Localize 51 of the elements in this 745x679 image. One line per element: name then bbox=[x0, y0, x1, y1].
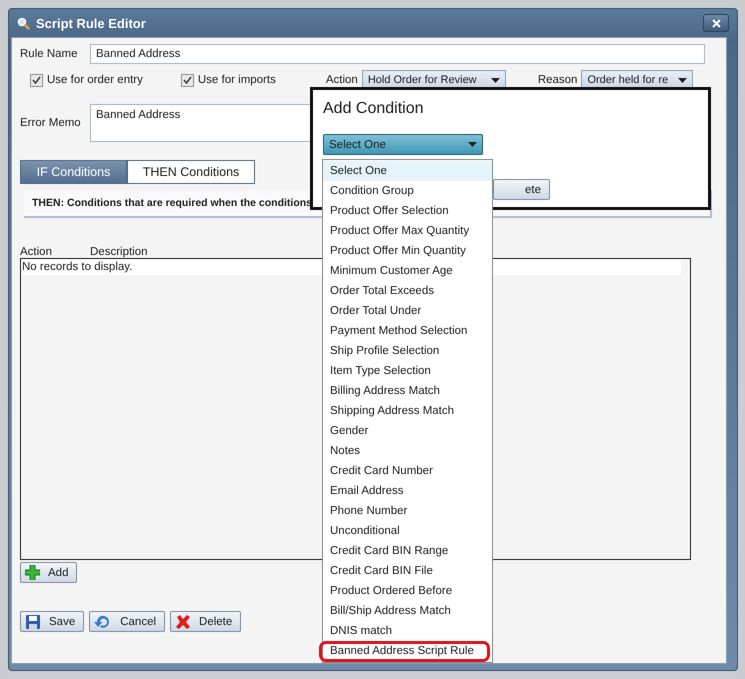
dropdown-option[interactable]: Payment Method Selection bbox=[323, 321, 492, 341]
dropdown-option[interactable]: Product Ordered Before bbox=[323, 581, 492, 601]
dropdown-option[interactable]: Billing Address Match bbox=[323, 381, 492, 401]
cancel-button[interactable]: Cancel bbox=[89, 611, 166, 632]
column-header: Description bbox=[90, 246, 149, 258]
plus-icon bbox=[25, 565, 40, 580]
dropdown-option[interactable]: Credit Card BIN Range bbox=[323, 541, 492, 561]
close-icon bbox=[712, 18, 720, 28]
dropdown-option[interactable]: Notes bbox=[323, 441, 492, 461]
dropdown-option[interactable]: Banned Address Script Rule bbox=[323, 641, 492, 661]
field-label: Rule Name bbox=[20, 48, 79, 60]
dropdown-option[interactable]: Order Total Under bbox=[323, 301, 492, 321]
dropdown-option[interactable]: Email Address bbox=[323, 481, 492, 501]
dropdown-option[interactable]: DNIS match bbox=[323, 621, 492, 641]
checkbox[interactable] bbox=[180, 74, 194, 86]
magnifier-icon bbox=[17, 16, 30, 30]
checkbox[interactable] bbox=[30, 74, 43, 86]
dropdown-option[interactable]: Unconditional bbox=[323, 521, 492, 541]
dropdown-option[interactable]: Product Offer Selection bbox=[323, 201, 492, 221]
dropdown-option[interactable]: Bill/Ship Address Match bbox=[323, 601, 492, 621]
window-title: Script Rule Editor bbox=[36, 16, 146, 30]
popup-title: Add Condition bbox=[323, 100, 425, 118]
dropdown-option[interactable]: Credit Card BIN File bbox=[323, 561, 492, 581]
dropdown-option[interactable]: Item Type Selection bbox=[323, 361, 492, 381]
checkbox-label: Use for imports bbox=[198, 74, 276, 86]
dropdown-option[interactable]: Credit Card Number bbox=[323, 461, 492, 481]
delete-button[interactable]: ete bbox=[493, 179, 550, 200]
tab[interactable]: THEN Conditions bbox=[127, 160, 255, 184]
x-icon bbox=[175, 614, 192, 630]
dropdown-option[interactable]: Phone Number bbox=[323, 501, 492, 521]
save-button[interactable]: Save bbox=[20, 611, 84, 632]
close-button[interactable] bbox=[703, 14, 729, 32]
add-button[interactable]: Add bbox=[20, 562, 78, 583]
condition-dropdown[interactable]: Select One bbox=[323, 134, 483, 155]
dropdown-option[interactable]: Ship Profile Selection bbox=[323, 341, 492, 361]
caret-icon bbox=[678, 78, 688, 82]
column-header: Action bbox=[20, 246, 53, 258]
dropdown-option[interactable]: Gender bbox=[323, 421, 492, 441]
dropdown-option[interactable]: Product Offer Min Quantity bbox=[323, 241, 492, 261]
field-label: Error Memo bbox=[20, 117, 82, 129]
caret-icon bbox=[490, 78, 500, 82]
rule-name-field[interactable]: Banned Address bbox=[90, 44, 705, 64]
dropdown-option[interactable]: Shipping Address Match bbox=[323, 401, 492, 421]
delete-button[interactable]: Delete bbox=[170, 611, 242, 632]
tab[interactable]: IF Conditions bbox=[20, 160, 127, 184]
dropdown-option[interactable]: Order Total Exceeds bbox=[323, 281, 492, 301]
checkbox-label: Use for order entry bbox=[47, 74, 143, 86]
dropdown-option[interactable]: Select One bbox=[323, 161, 492, 181]
field-label: Action bbox=[326, 74, 358, 86]
dropdown-option[interactable]: Product Offer Max Quantity bbox=[323, 221, 492, 241]
field-label: Reason bbox=[538, 74, 578, 86]
